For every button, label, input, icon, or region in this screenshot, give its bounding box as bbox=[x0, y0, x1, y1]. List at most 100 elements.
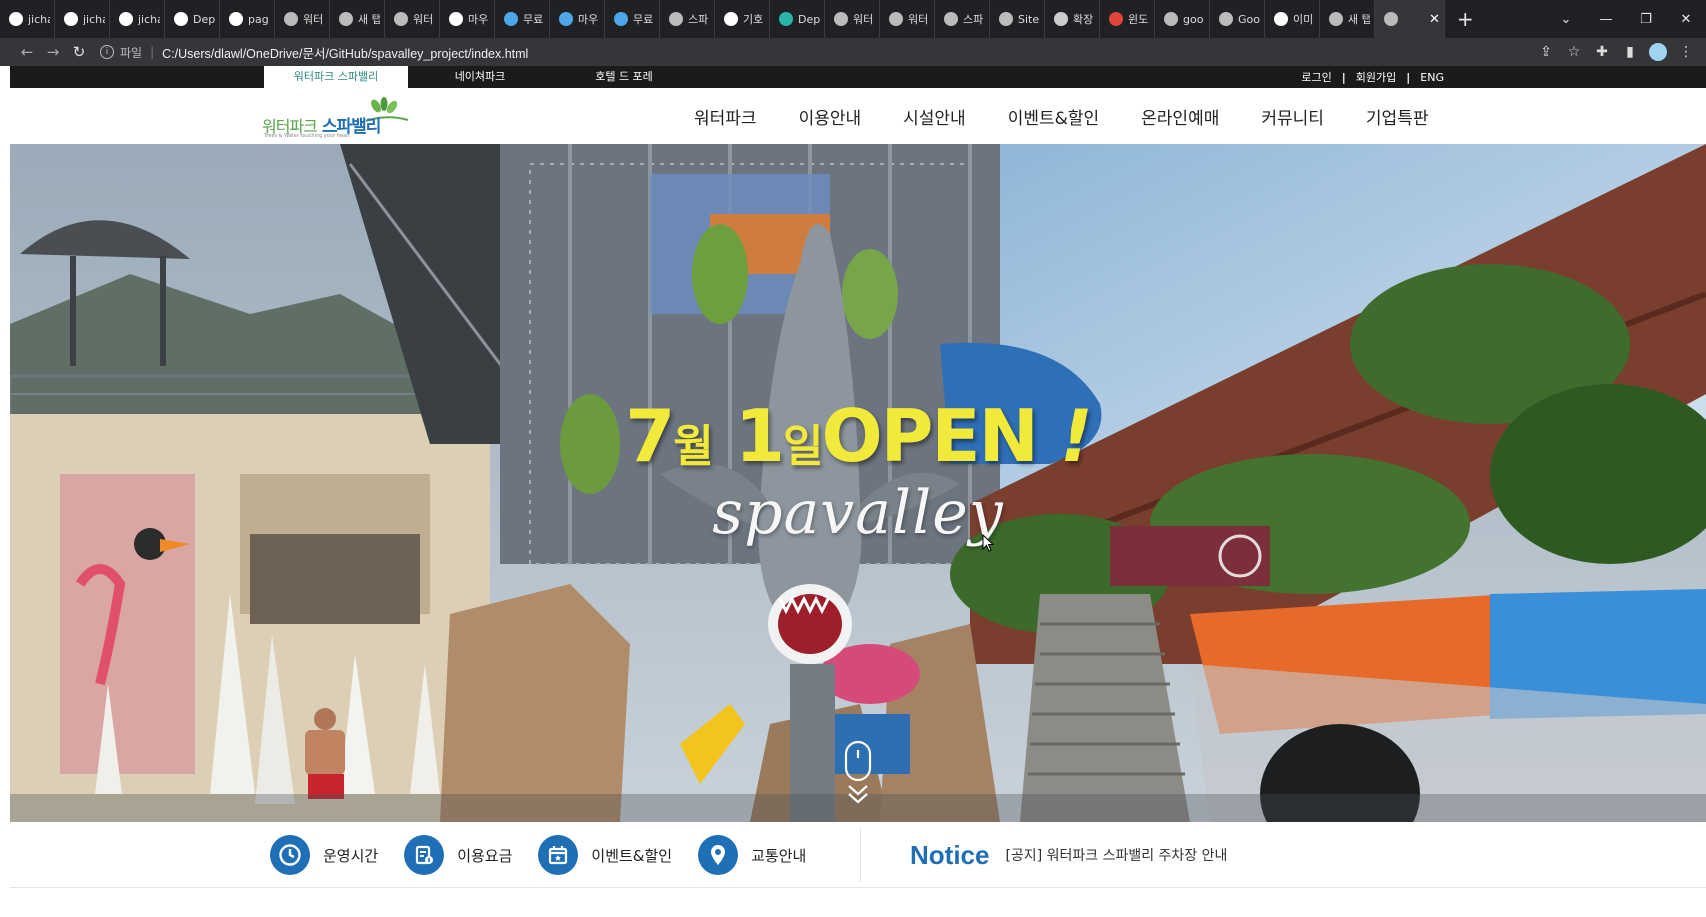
browser-tab[interactable]: 무료 bbox=[495, 0, 550, 38]
browser-tab[interactable]: 스파 bbox=[935, 0, 990, 38]
browser-tab-title: goo bbox=[1183, 12, 1204, 26]
hero-headline: 7월 1일OPEN ! bbox=[10, 394, 1706, 478]
quick-link-directions[interactable]: 교통안내 bbox=[698, 835, 806, 875]
headline-exclamation: ! bbox=[1059, 394, 1093, 478]
site-logo[interactable]: 워터파크 스파밸리 Trees & Water touching your he… bbox=[262, 96, 422, 140]
forward-icon[interactable]: → bbox=[40, 43, 66, 61]
member-links: 로그인 | 회원가입 | ENG bbox=[1301, 66, 1444, 88]
browser-tab[interactable]: 스파 bbox=[660, 0, 715, 38]
browser-tab-title: 워터 bbox=[303, 13, 324, 26]
quick-link-hours[interactable]: 운영시간 bbox=[270, 835, 378, 875]
globe-icon bbox=[394, 12, 408, 26]
quick-links: 운영시간 이용요금 이벤트&할인 교통안내 bbox=[270, 822, 832, 888]
browser-tab[interactable]: Site bbox=[990, 0, 1045, 38]
quick-link-fees[interactable]: 이용요금 bbox=[404, 835, 512, 875]
browser-tab[interactable]: jicha bbox=[110, 0, 165, 38]
browser-tab-title: pag bbox=[248, 12, 269, 26]
browser-tab[interactable]: 새 탭 bbox=[1320, 0, 1375, 38]
site-tab-naturepark[interactable]: 네이쳐파크 bbox=[408, 66, 552, 88]
menu-kebab-icon[interactable]: ⋮ bbox=[1672, 44, 1700, 60]
share-icon[interactable]: ⇪ bbox=[1532, 44, 1560, 60]
red-dot-icon bbox=[1109, 12, 1123, 26]
notice-link[interactable]: [공지] 워터파크 스파밸리 주차장 안내 bbox=[1005, 845, 1227, 865]
tab-search-icon[interactable]: ⌄ bbox=[1546, 12, 1586, 27]
site-tab-hotel[interactable]: 호텔 드 포레 bbox=[552, 66, 696, 88]
reload-icon[interactable]: ↻ bbox=[66, 43, 92, 61]
nav-waterpark[interactable]: 워터파크 bbox=[694, 104, 757, 129]
url-text[interactable]: C:/Users/dlawl/OneDrive/문서/GitHub/spaval… bbox=[162, 43, 528, 62]
browser-tab[interactable]: 워터 bbox=[825, 0, 880, 38]
close-window-icon[interactable]: ✕ bbox=[1666, 12, 1706, 27]
browser-tab[interactable]: 새 탭 bbox=[330, 0, 385, 38]
globe-icon bbox=[944, 12, 958, 26]
globe-icon bbox=[834, 12, 848, 26]
browser-tab[interactable]: 윈도 bbox=[1100, 0, 1155, 38]
browser-tab[interactable]: ✕ bbox=[1375, 0, 1445, 38]
google-icon bbox=[449, 12, 463, 26]
browser-tab-title: 마우 bbox=[468, 13, 489, 26]
browser-tab[interactable]: Goo bbox=[1210, 0, 1265, 38]
browser-tab-title: Dep bbox=[798, 12, 820, 26]
browser-tab[interactable]: 워터 bbox=[385, 0, 440, 38]
login-link[interactable]: 로그인 bbox=[1301, 69, 1331, 85]
signup-link[interactable]: 회원가입 bbox=[1356, 69, 1396, 85]
browser-tab[interactable]: jicha bbox=[55, 0, 110, 38]
nav-events[interactable]: 이벤트&할인 bbox=[1008, 104, 1099, 129]
divider: | bbox=[1406, 70, 1411, 84]
divider bbox=[860, 828, 861, 882]
address-bar-row: ← → ↻ i 파일 | C:/Users/dlawl/OneDrive/문서/… bbox=[0, 38, 1706, 66]
browser-tab[interactable]: 이미 bbox=[1265, 0, 1320, 38]
notice-ticker: Notice [공지] 워터파크 스파밸리 주차장 안내 bbox=[910, 822, 1227, 888]
close-tab-icon[interactable]: ✕ bbox=[1429, 12, 1440, 27]
browser-tab[interactable]: 확장 bbox=[1045, 0, 1100, 38]
profile-avatar[interactable] bbox=[1649, 43, 1667, 61]
english-link[interactable]: ENG bbox=[1420, 71, 1444, 84]
globe-icon bbox=[669, 12, 683, 26]
nav-corporate[interactable]: 기업특판 bbox=[1366, 104, 1429, 129]
nav-facilities[interactable]: 시설안내 bbox=[903, 104, 966, 129]
github-icon bbox=[64, 12, 78, 26]
quick-link-events[interactable]: 이벤트&할인 bbox=[538, 835, 672, 875]
globe-icon bbox=[339, 12, 353, 26]
quick-link-label: 이용요금 bbox=[457, 846, 513, 865]
browser-tab-title: Dep bbox=[193, 12, 215, 26]
url-scheme-label: 파일 bbox=[120, 45, 143, 60]
scroll-down-icon[interactable] bbox=[842, 740, 874, 806]
nav-booking[interactable]: 온라인예매 bbox=[1141, 104, 1219, 129]
browser-tab[interactable]: 기호 bbox=[715, 0, 770, 38]
omnibox[interactable]: i 파일 | C:/Users/dlawl/OneDrive/문서/GitHub… bbox=[100, 41, 528, 63]
browser-tab[interactable]: 무료 bbox=[605, 0, 660, 38]
extensions-icon[interactable]: ✚ bbox=[1588, 44, 1616, 60]
map-pin-icon bbox=[698, 835, 739, 875]
vue-icon bbox=[504, 12, 518, 26]
globe-icon bbox=[284, 12, 298, 26]
restore-icon[interactable]: ❐ bbox=[1626, 12, 1666, 27]
browser-tab[interactable]: 마우 bbox=[550, 0, 605, 38]
site-tab-waterpark[interactable]: 워터파크 스파밸리 bbox=[264, 66, 408, 88]
browser-tab-title: 스파 bbox=[688, 13, 709, 26]
github-icon bbox=[9, 12, 23, 26]
back-icon[interactable]: ← bbox=[14, 43, 40, 61]
browser-tab[interactable]: pag bbox=[220, 0, 275, 38]
side-panel-icon[interactable]: ▮ bbox=[1616, 44, 1644, 60]
browser-tab[interactable]: jicha bbox=[0, 0, 55, 38]
new-tab-button[interactable]: + bbox=[1457, 7, 1477, 31]
info-icon[interactable]: i bbox=[100, 45, 114, 59]
calendar-icon bbox=[538, 835, 579, 875]
browser-tab-title: 무료 bbox=[633, 13, 654, 26]
browser-tab[interactable]: 마우 bbox=[440, 0, 495, 38]
google-icon bbox=[724, 12, 738, 26]
nav-guide[interactable]: 이용안내 bbox=[799, 104, 862, 129]
bookmark-star-icon[interactable]: ☆ bbox=[1560, 44, 1588, 60]
browser-tab[interactable]: Dep bbox=[770, 0, 825, 38]
browser-tab-title: 무료 bbox=[523, 13, 544, 26]
browser-tab[interactable]: goo bbox=[1155, 0, 1210, 38]
browser-tab[interactable]: 워터 bbox=[275, 0, 330, 38]
toolbar-icons: ⇪ ☆ ✚ ▮ ⋮ bbox=[1532, 38, 1700, 66]
nav-community[interactable]: 커뮤니티 bbox=[1261, 104, 1324, 129]
browser-tab[interactable]: Dep bbox=[165, 0, 220, 38]
browser-tab[interactable]: 워터 bbox=[880, 0, 935, 38]
headline-month-unit: 월 bbox=[673, 421, 714, 472]
minimize-icon[interactable]: — bbox=[1586, 12, 1626, 27]
globe-icon bbox=[1384, 12, 1398, 26]
